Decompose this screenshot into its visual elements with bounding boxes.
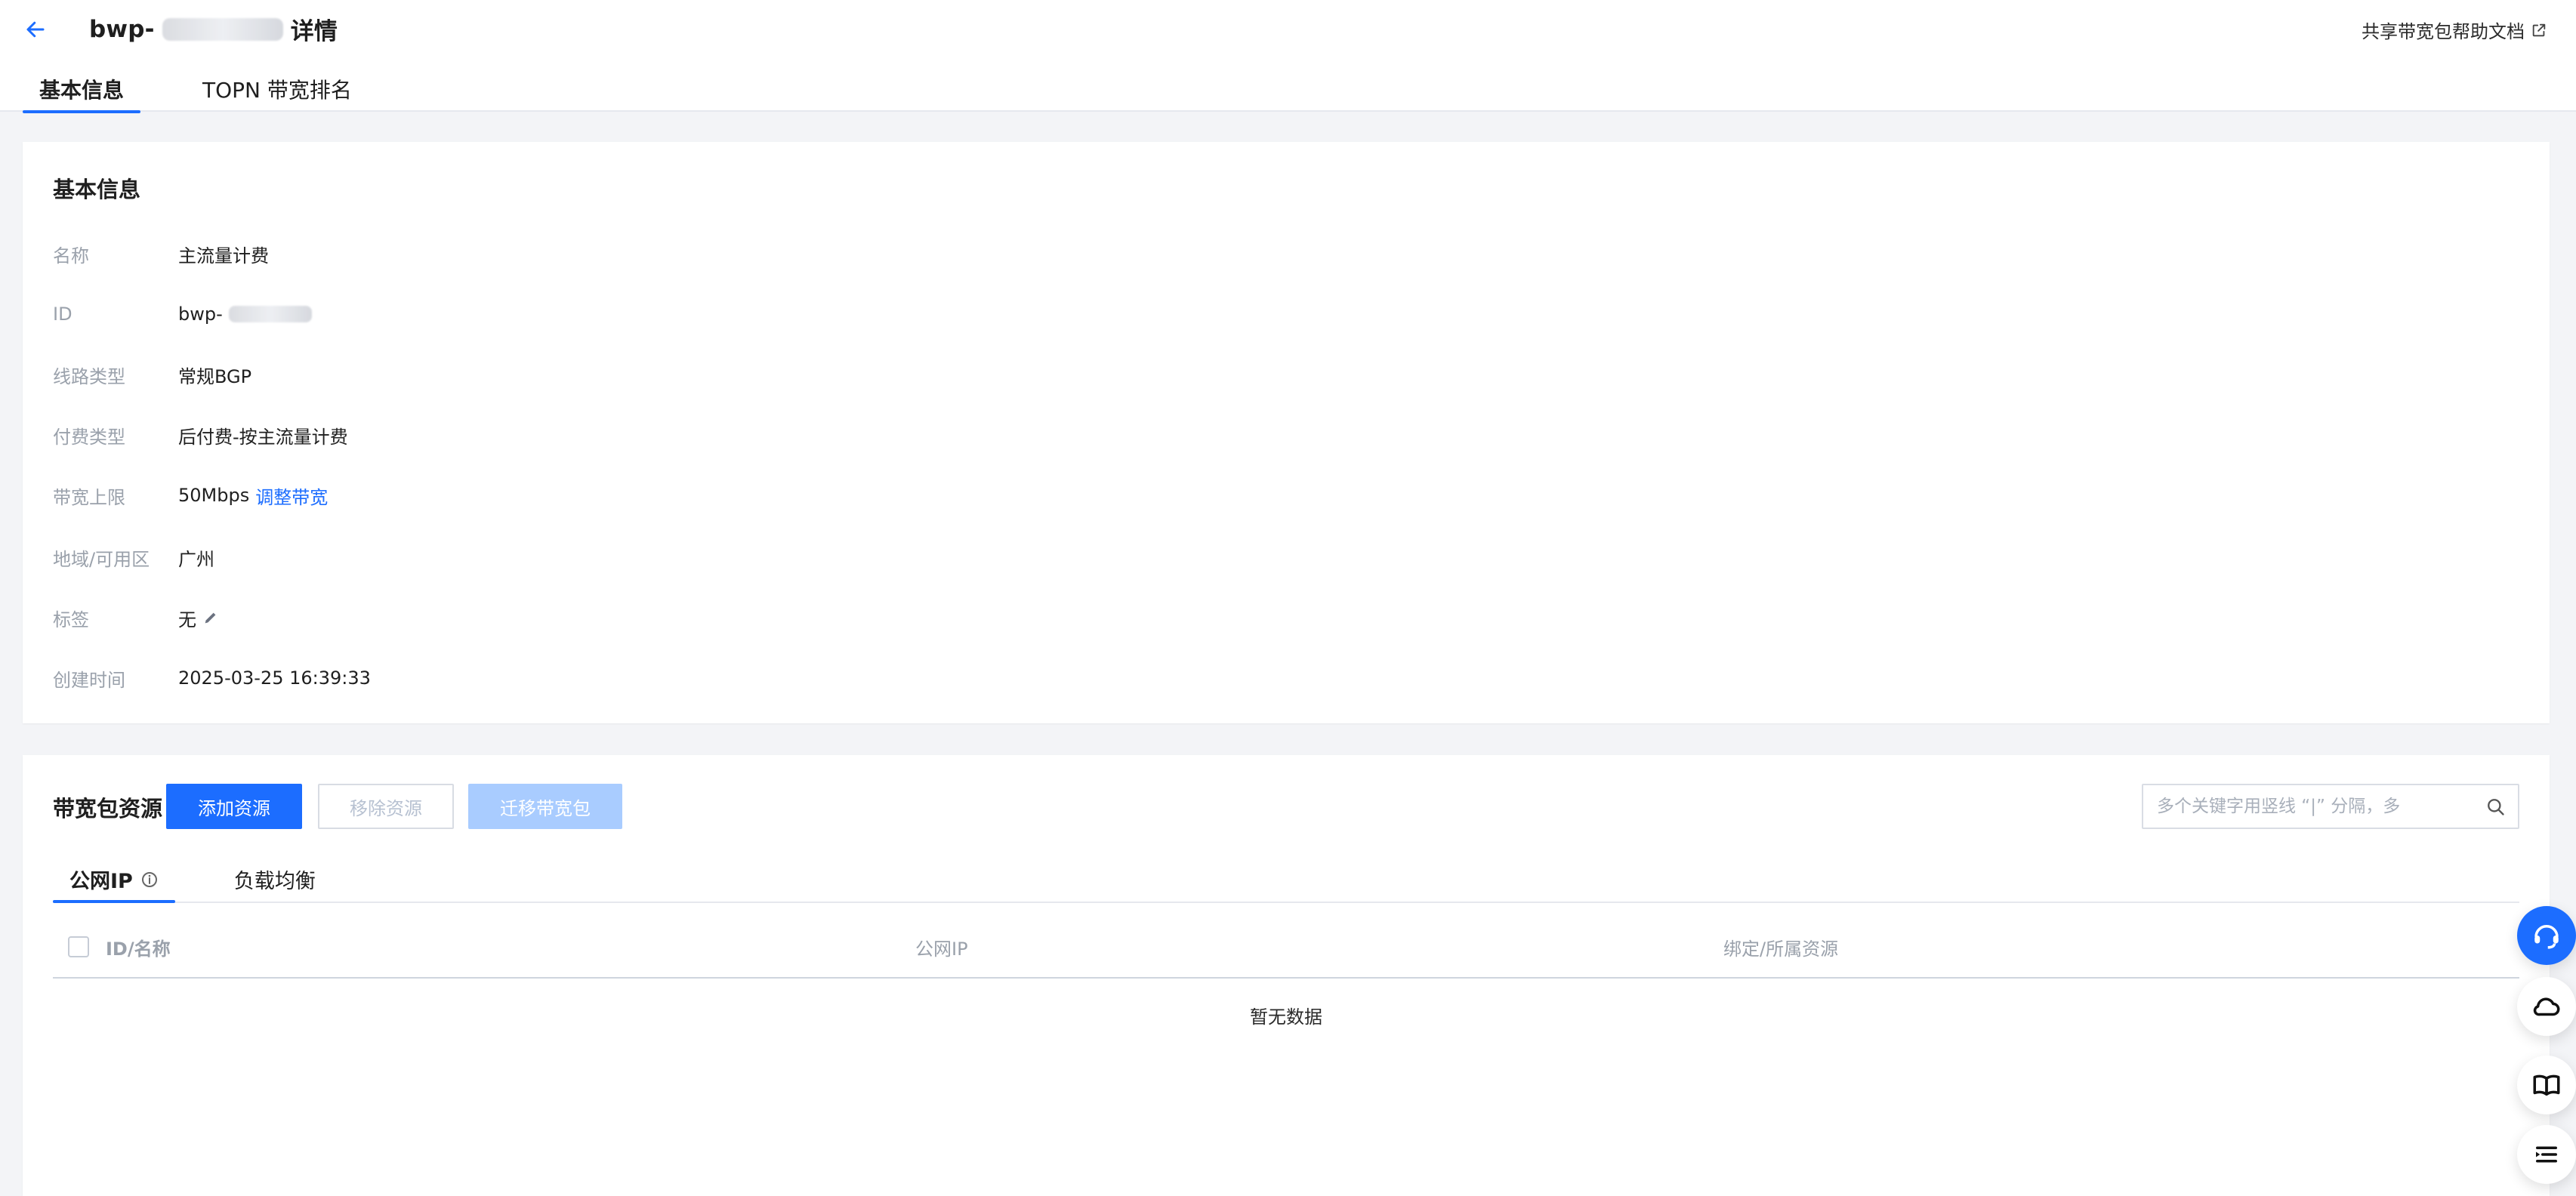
info-label: 创建时间 (53, 669, 125, 691)
tab-basic-info[interactable]: 基本信息 (23, 74, 141, 113)
tab-public-ip-label: 公网IP (69, 870, 133, 893)
tab-topn-bandwidth[interactable]: TOPN 带宽排名 (186, 74, 369, 112)
info-label: 标签 (53, 609, 89, 630)
column-public-ip: 公网IP (915, 938, 968, 960)
book-icon (2533, 1074, 2560, 1096)
info-value: 广州 (178, 544, 214, 571)
tab-load-balancer-label: 负载均衡 (233, 870, 316, 893)
info-row-name: 名称 主流量计费 (53, 239, 269, 269)
list-icon (2536, 1146, 2557, 1163)
info-row-id: ID bwp- (53, 299, 312, 329)
help-doc-label: 共享带宽包帮助文档 (2362, 21, 2525, 42)
help-doc-link[interactable]: 共享带宽包帮助文档 (2362, 17, 2547, 43)
info-label: 付费类型 (53, 426, 125, 448)
info-value: 主流量计费 (178, 241, 269, 267)
info-row-bandwidth-limit: 带宽上限 50Mbps 调整带宽 (53, 480, 328, 510)
value-text: 50Mbps (178, 485, 250, 506)
detail-tabs: 基本信息 TOPN 带宽排名 (23, 69, 369, 113)
info-row-line-type: 线路类型 常规BGP (53, 359, 251, 390)
info-value: 后付费-按主流量计费 (178, 422, 348, 448)
title-suffix: 详情 (290, 18, 338, 45)
resource-title: 带宽包资源 (53, 796, 163, 821)
adjust-bandwidth-link[interactable]: 调整带宽 (255, 482, 328, 509)
info-row-created: 创建时间 2025-03-25 16:39:33 (53, 663, 371, 693)
resource-search (2142, 784, 2519, 829)
value-text: 广州 (178, 548, 214, 570)
search-icon[interactable] (2485, 796, 2506, 817)
tab-basic-info-label: 基本信息 (39, 78, 125, 103)
empty-state: 暂无数据 (1250, 1006, 1322, 1028)
value-text: bwp- (178, 304, 223, 325)
column-bound-resource: 绑定/所属资源 (1723, 938, 1839, 960)
value-text: 常规BGP (178, 365, 252, 387)
search-input[interactable] (2155, 796, 2485, 817)
cloud-button[interactable] (2517, 977, 2576, 1036)
info-row-billing: 付费类型 后付费-按主流量计费 (53, 420, 348, 450)
table-header: ID/名称 公网IP 绑定/所属资源 (53, 917, 2519, 979)
external-link-icon (2532, 23, 2546, 36)
info-label: 名称 (53, 245, 89, 267)
remove-resource-label: 移除资源 (350, 797, 422, 819)
info-value: 50Mbps 调整带宽 (178, 482, 328, 509)
info-value: 2025-03-25 16:39:33 (178, 667, 371, 689)
page-title: bwp- 详情 (89, 12, 338, 46)
select-all-checkbox[interactable] (68, 936, 89, 957)
info-value: 无 (178, 605, 219, 631)
masked-id (228, 306, 312, 322)
tab-load-balancer[interactable]: 负载均衡 (217, 865, 332, 902)
title-prefix: bwp- (89, 15, 155, 43)
resource-tabs: 公网IP 负载均衡 (53, 861, 2519, 903)
headset-icon (2534, 925, 2559, 949)
info-label: 地域/可用区 (53, 548, 150, 570)
support-button[interactable] (2517, 906, 2576, 965)
value-text: 2025-03-25 16:39:33 (178, 667, 371, 689)
back-button[interactable] (20, 14, 51, 45)
list-button[interactable] (2517, 1125, 2576, 1184)
edit-tags-button[interactable] (202, 609, 219, 626)
top-header: bwp- 详情 共享带宽包帮助文档 基本信息 TOPN 带宽排名 (0, 0, 2576, 113)
cloud-icon (2533, 997, 2560, 1016)
migrate-bandwidth-label: 迁移带宽包 (500, 797, 591, 819)
pencil-icon (205, 612, 216, 624)
value-text: 无 (178, 609, 196, 630)
info-label: 线路类型 (53, 365, 125, 387)
add-resource-label: 添加资源 (198, 797, 270, 819)
masked-id (162, 17, 283, 41)
migrate-bandwidth-button[interactable]: 迁移带宽包 (468, 784, 622, 829)
basic-info-card: 基本信息 名称 主流量计费 ID bwp- 线路类型 常规BGP 付费类型 后付… (23, 142, 2550, 723)
arrow-left-icon (26, 21, 45, 38)
info-circle-icon (141, 871, 157, 887)
info-row-region: 地域/可用区 广州 (53, 542, 214, 572)
docs-button[interactable] (2517, 1056, 2576, 1114)
tab-topn-bandwidth-label: TOPN 带宽排名 (202, 78, 352, 103)
add-resource-button[interactable]: 添加资源 (166, 784, 302, 829)
basic-info-title: 基本信息 (53, 177, 141, 202)
column-id-name: ID/名称 (106, 938, 171, 960)
info-row-tags: 标签 无 (53, 603, 219, 633)
value-text: 后付费-按主流量计费 (178, 426, 348, 448)
info-label: 带宽上限 (53, 486, 125, 508)
value-text: 主流量计费 (178, 245, 269, 267)
info-value: bwp- (178, 304, 312, 325)
tab-public-ip[interactable]: 公网IP (53, 865, 175, 903)
remove-resource-button[interactable]: 移除资源 (318, 784, 454, 829)
resource-card: 带宽包资源 添加资源 移除资源 迁移带宽包 公网IP 负载均衡 ID/名称 (23, 755, 2550, 1196)
info-label: ID (53, 304, 72, 325)
info-value: 常规BGP (178, 362, 251, 388)
